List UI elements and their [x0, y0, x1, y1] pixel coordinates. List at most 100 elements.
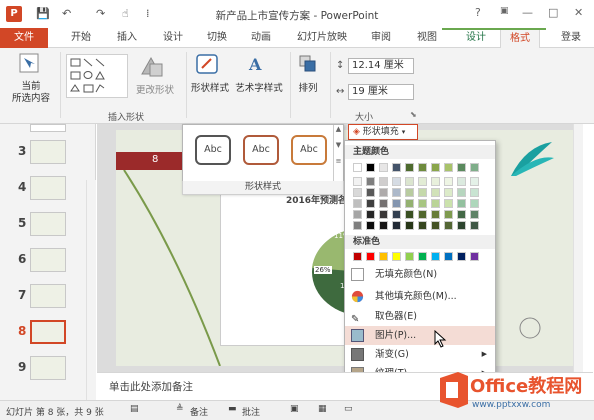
slide-thumbnail[interactable] [30, 124, 66, 132]
theme-color-swatch[interactable] [392, 177, 401, 186]
standard-color-swatch[interactable] [405, 252, 414, 261]
standard-color-swatch[interactable] [379, 252, 388, 261]
theme-color-swatch[interactable] [431, 163, 440, 172]
standard-color-swatch[interactable] [418, 252, 427, 261]
theme-color-swatch[interactable] [405, 199, 414, 208]
style-swatch-2[interactable]: Abc [243, 135, 279, 165]
theme-color-swatch[interactable] [379, 210, 388, 219]
theme-color-swatch[interactable] [366, 221, 375, 230]
style-swatch-1[interactable]: Abc [195, 135, 231, 165]
theme-color-swatch[interactable] [457, 163, 466, 172]
width-input[interactable]: 19 厘米 [348, 84, 414, 100]
standard-color-swatch[interactable] [470, 252, 479, 261]
standard-color-swatch[interactable] [457, 252, 466, 261]
standard-color-swatch[interactable] [353, 252, 362, 261]
theme-color-swatch[interactable] [457, 210, 466, 219]
change-shape-icon[interactable] [136, 54, 166, 80]
tab-view[interactable]: 视图 [410, 28, 444, 48]
theme-color-swatch[interactable] [418, 199, 427, 208]
eyedropper-item[interactable]: ✎ 取色器(E) [345, 307, 495, 326]
height-input[interactable]: 12.14 厘米 [348, 58, 414, 74]
slide-thumbnail-3[interactable] [30, 140, 66, 164]
theme-color-swatch[interactable] [470, 163, 479, 172]
theme-color-swatch[interactable] [405, 163, 414, 172]
theme-color-swatch[interactable] [353, 188, 362, 197]
theme-color-swatch[interactable] [431, 221, 440, 230]
theme-color-swatch[interactable] [379, 221, 388, 230]
theme-color-swatch[interactable] [379, 188, 388, 197]
minimize-button[interactable]: — [522, 6, 533, 19]
standard-color-swatch[interactable] [392, 252, 401, 261]
theme-color-swatch[interactable] [392, 221, 401, 230]
theme-color-swatch[interactable] [405, 210, 414, 219]
theme-color-swatch[interactable] [457, 188, 466, 197]
reading-view-icon[interactable]: ▭ [344, 404, 353, 414]
theme-color-swatch[interactable] [353, 210, 362, 219]
theme-color-swatch[interactable] [353, 199, 362, 208]
slide-sorter-icon[interactable]: ▦ [318, 404, 327, 414]
arrange-button[interactable]: 排列 [290, 80, 326, 94]
shape-fill-button[interactable]: ◈ 形状填充 ▾ [348, 124, 418, 140]
theme-color-swatch[interactable] [366, 188, 375, 197]
theme-color-swatch[interactable] [418, 177, 427, 186]
comments-status-button[interactable]: 批注 [242, 405, 260, 418]
login-link[interactable]: 登录 [552, 28, 590, 48]
tab-review[interactable]: 审阅 [364, 28, 398, 48]
theme-color-swatch[interactable] [353, 163, 362, 172]
theme-color-swatch[interactable] [431, 188, 440, 197]
theme-color-swatch[interactable] [444, 221, 453, 230]
arrange-icon[interactable] [296, 52, 320, 76]
close-button[interactable]: ✕ [574, 6, 583, 19]
more-fill-colors-item[interactable]: 其他填充颜色(M)... [345, 287, 495, 306]
normal-view-icon[interactable]: ▣ [290, 404, 299, 414]
slide-thumbnail-6[interactable] [30, 248, 66, 272]
tab-format[interactable]: 格式 [500, 28, 540, 48]
slide-thumbnail-4[interactable] [30, 176, 66, 200]
tab-file[interactable]: 文件 [0, 28, 48, 48]
theme-color-swatch[interactable] [366, 210, 375, 219]
tab-insert[interactable]: 插入 [110, 28, 144, 48]
standard-color-swatch[interactable] [366, 252, 375, 261]
change-shape-label[interactable]: 更改形状 [130, 82, 180, 96]
theme-color-swatch[interactable] [392, 163, 401, 172]
theme-color-swatch[interactable] [392, 210, 401, 219]
notes-status-button[interactable]: 备注 [190, 405, 208, 418]
theme-color-swatch[interactable] [418, 188, 427, 197]
theme-color-swatch[interactable] [444, 177, 453, 186]
theme-color-swatch[interactable] [470, 177, 479, 186]
theme-color-swatch[interactable] [444, 188, 453, 197]
theme-color-swatch[interactable] [418, 210, 427, 219]
theme-color-swatch[interactable] [431, 177, 440, 186]
theme-color-swatch[interactable] [418, 163, 427, 172]
tab-slideshow[interactable]: 幻灯片放映 [290, 28, 354, 48]
theme-color-swatch[interactable] [470, 221, 479, 230]
tab-transitions[interactable]: 切换 [200, 28, 234, 48]
slide-thumbnail-7[interactable] [30, 284, 66, 308]
style-swatch-3[interactable]: Abc [291, 135, 327, 165]
theme-color-swatch[interactable] [353, 177, 362, 186]
ribbon-options-icon[interactable]: ▣ [500, 6, 509, 16]
theme-color-swatch[interactable] [470, 199, 479, 208]
theme-color-swatch[interactable] [444, 210, 453, 219]
tab-context-design[interactable]: 设计 [458, 28, 494, 48]
theme-color-swatch[interactable] [353, 221, 362, 230]
selection-pane-icon[interactable] [18, 52, 40, 74]
theme-color-swatch[interactable] [379, 177, 388, 186]
theme-color-swatch[interactable] [470, 188, 479, 197]
wordart-icon[interactable]: A [244, 52, 270, 76]
theme-color-swatch[interactable] [366, 163, 375, 172]
theme-color-swatch[interactable] [379, 199, 388, 208]
restore-button[interactable]: □ [548, 6, 558, 19]
theme-color-swatch[interactable] [405, 188, 414, 197]
shape-styles-button[interactable]: 形状样式 [188, 80, 232, 94]
wordart-styles-button[interactable]: 艺术字样式 [232, 80, 286, 94]
theme-color-swatch[interactable] [457, 177, 466, 186]
gallery-scroll-icon[interactable]: ▲ ▼ ≡ [333, 125, 343, 181]
theme-color-swatch[interactable] [405, 221, 414, 230]
theme-color-swatch[interactable] [392, 199, 401, 208]
comments-status-icon[interactable]: ▬ [228, 404, 237, 414]
shapes-gallery[interactable] [66, 54, 128, 98]
theme-color-swatch[interactable] [457, 199, 466, 208]
theme-color-swatch[interactable] [366, 177, 375, 186]
theme-color-swatch[interactable] [418, 221, 427, 230]
